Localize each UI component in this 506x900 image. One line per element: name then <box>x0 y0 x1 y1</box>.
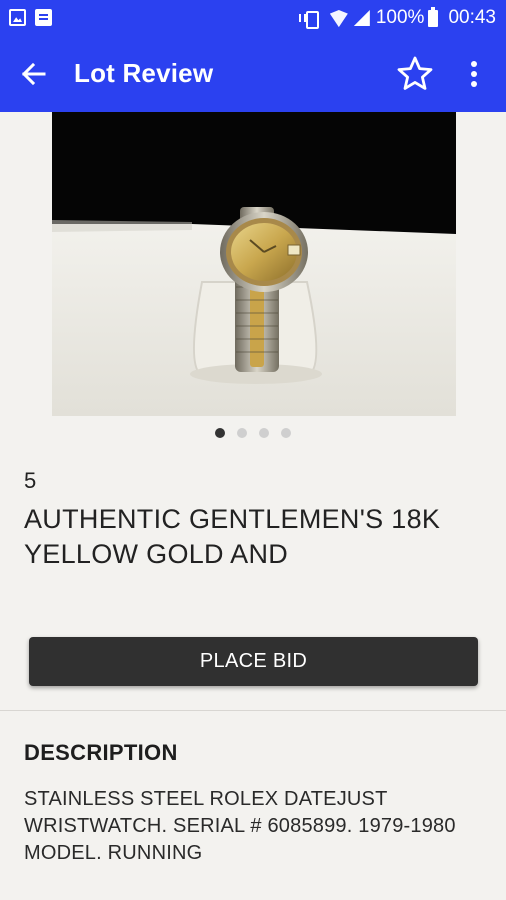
app-notification-icon <box>35 9 52 26</box>
status-bar: 100% 00:43 <box>0 0 506 36</box>
page-dot-3[interactable] <box>259 428 269 438</box>
vibrate-icon <box>298 10 324 29</box>
section-divider <box>0 710 506 711</box>
arrow-back-icon <box>21 62 46 86</box>
back-button[interactable] <box>14 54 54 94</box>
app-bar: Lot Review <box>0 36 506 112</box>
battery-percent: 100% <box>375 7 425 28</box>
signal-icon <box>354 10 370 26</box>
description-text: STAINLESS STEEL ROLEX DATEJUST WRISTWATC… <box>24 788 456 864</box>
gallery-page-indicator <box>0 428 506 440</box>
battery-icon <box>428 6 439 27</box>
place-bid-button[interactable]: PLACE BID <box>29 637 478 686</box>
system-icons: 100% 00:43 <box>298 0 496 36</box>
lot-photo <box>52 112 456 416</box>
page-title: Lot Review <box>74 58 214 88</box>
lot-title: AUTHENTIC GENTLEMEN'S 18K YELLOW GOLD AN… <box>24 504 441 569</box>
clock: 00:43 <box>448 7 496 28</box>
page-dot-2[interactable] <box>237 428 247 438</box>
description-heading: DESCRIPTION <box>24 740 178 765</box>
more-options-button[interactable] <box>456 53 492 95</box>
lot-image-gallery[interactable] <box>52 112 456 416</box>
favorite-button[interactable] <box>394 53 436 95</box>
lot-number: 5 <box>24 468 37 493</box>
star-outline-icon <box>397 56 433 90</box>
image-notification-icon <box>9 9 26 26</box>
page-dot-1[interactable] <box>215 428 225 438</box>
more-vert-icon <box>471 61 477 87</box>
wifi-icon <box>330 10 348 26</box>
page-dot-4[interactable] <box>281 428 291 438</box>
